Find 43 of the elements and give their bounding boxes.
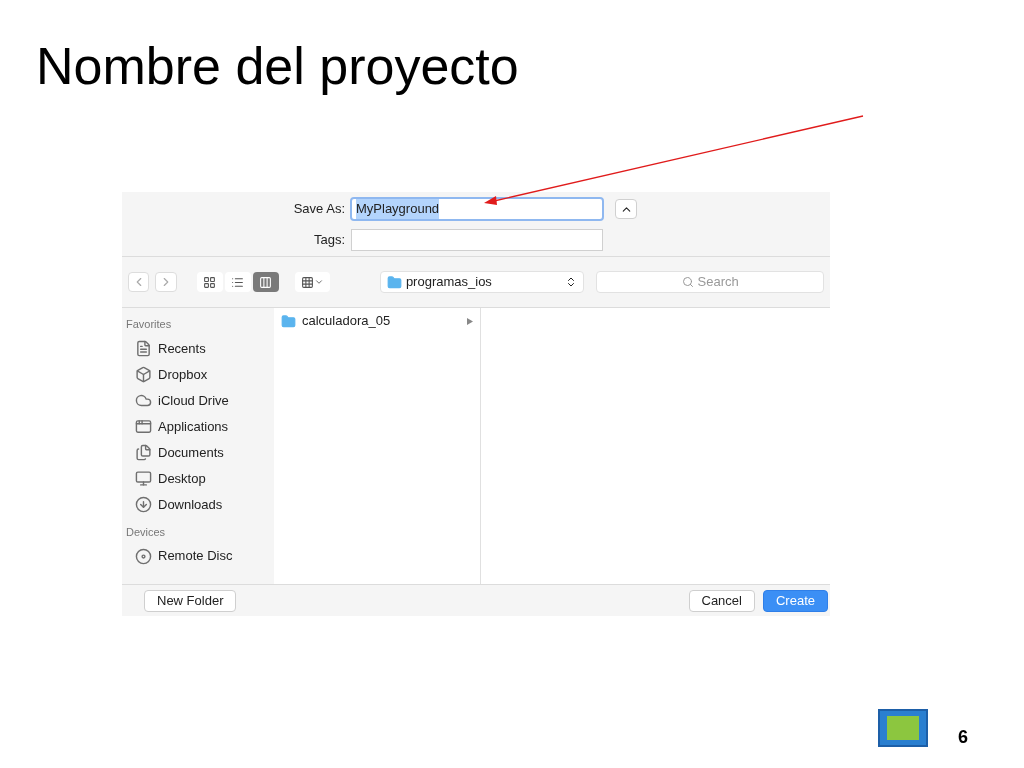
sidebar-icon <box>135 418 152 435</box>
sidebar-item[interactable]: Remote Disc <box>126 543 274 569</box>
folder-icon <box>386 274 402 290</box>
sidebar-item[interactable]: iCloud Drive <box>126 387 274 414</box>
folder-icon <box>281 313 296 329</box>
field-label: Save As: <box>292 200 345 219</box>
sidebar-item[interactable]: Desktop <box>126 465 274 492</box>
sidebar-icon <box>135 340 152 357</box>
collapse-button[interactable] <box>615 199 637 219</box>
location-dropdown[interactable]: programas_ios <box>379 271 585 293</box>
tags-field[interactable] <box>351 229 603 251</box>
sidebar-heading: Favorites <box>126 317 173 332</box>
dialog-button[interactable]: Cancel <box>688 589 755 612</box>
sidebar-item[interactable]: Documents <box>126 439 274 466</box>
page-number: 6 <box>958 726 968 749</box>
sidebar-icon <box>135 366 152 383</box>
sidebar-icon <box>135 470 152 487</box>
sidebar-item[interactable]: Dropbox <box>126 361 274 388</box>
field-value: MyPlayground <box>356 199 440 219</box>
sidebar-icon <box>135 392 152 409</box>
sidebar-heading: Devices <box>126 524 167 540</box>
save-as-field[interactable]: MyPlayground <box>350 197 604 221</box>
sidebar-item[interactable]: Recents <box>126 335 274 362</box>
view-icon <box>259 275 273 289</box>
view-icon <box>203 275 217 289</box>
arrange-button[interactable] <box>294 272 330 292</box>
view-mode-button[interactable] <box>196 272 223 292</box>
sidebar-item[interactable]: Downloads <box>126 491 274 518</box>
logo-icon <box>878 709 928 747</box>
disclosure-triangle-icon <box>467 317 473 325</box>
sidebar-item[interactable]: Applications <box>126 413 274 440</box>
view-mode-button[interactable] <box>252 272 279 292</box>
chevron-down-icon <box>313 277 324 287</box>
grid-icon <box>300 275 314 289</box>
sidebar-icon <box>135 547 152 565</box>
field-label: Tags: <box>312 231 345 250</box>
sidebar-icon <box>135 444 152 461</box>
view-icon <box>231 275 245 289</box>
folder-row[interactable]: calculadora_05 <box>274 312 480 330</box>
dialog-button[interactable]: New Folder <box>144 589 237 612</box>
search-icon <box>681 276 694 288</box>
view-mode-button[interactable] <box>224 272 251 292</box>
sidebar-icon <box>135 496 152 513</box>
